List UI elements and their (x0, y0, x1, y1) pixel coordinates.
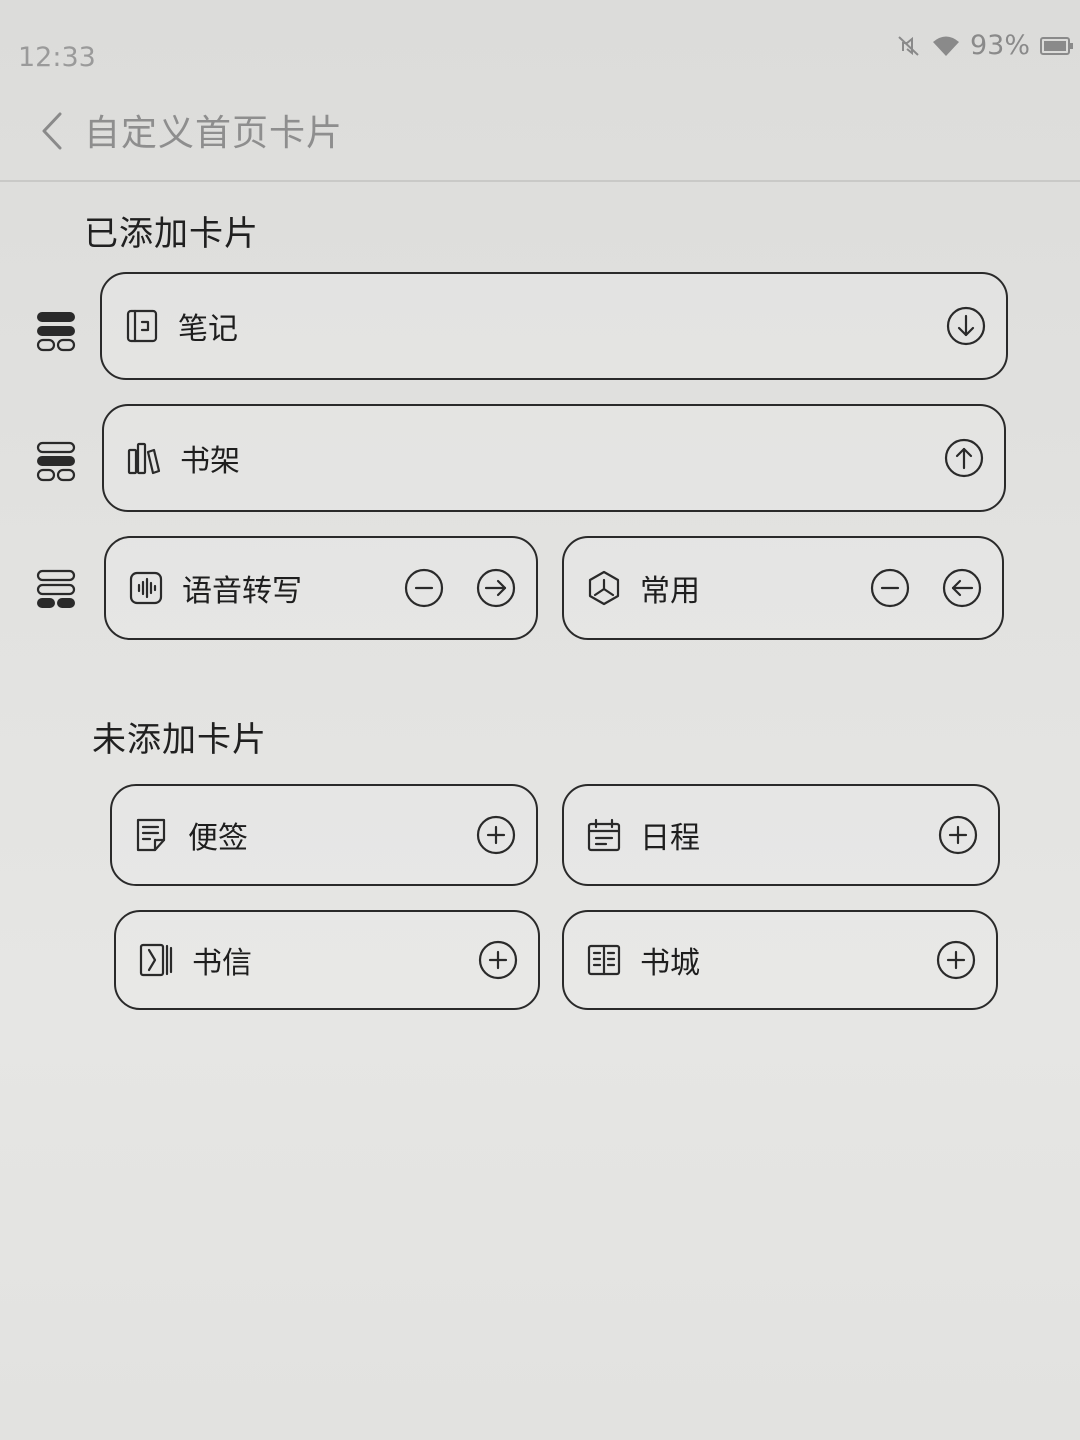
drag-handle-icon[interactable] (36, 310, 78, 354)
calendar-icon (586, 817, 622, 853)
card-bookshelf[interactable]: 书架 (102, 404, 1006, 512)
open-book-icon (586, 942, 622, 978)
minus-circle-icon[interactable] (870, 568, 910, 608)
notebook-icon (124, 308, 160, 344)
bookshelf-icon (126, 440, 162, 476)
drag-handle-icon[interactable] (36, 440, 78, 484)
card-letter[interactable]: 书信 (114, 910, 540, 1010)
title-bar: 自定义首页卡片 (0, 92, 1080, 182)
status-bar: 12:33 93% (0, 0, 1080, 80)
status-icons: 93% (896, 30, 1074, 61)
battery-percent: 93% (969, 30, 1030, 61)
arrow-left-circle-icon[interactable] (942, 568, 982, 608)
card-label: 书架 (180, 444, 240, 479)
battery-icon (1040, 36, 1074, 56)
plus-circle-icon[interactable] (478, 940, 518, 980)
chevron-left-icon[interactable] (34, 106, 74, 156)
letter-icon (138, 942, 174, 978)
plus-circle-icon[interactable] (476, 815, 516, 855)
card-label: 常用 (640, 574, 700, 609)
not-added-section-title: 未添加卡片 (92, 720, 267, 760)
card-sticky-note[interactable]: 便签 (110, 784, 538, 886)
arrow-right-circle-icon[interactable] (476, 568, 516, 608)
wifi-icon (932, 34, 960, 58)
card-label: 便签 (188, 821, 248, 856)
arrow-down-circle-icon[interactable] (946, 306, 986, 346)
sticky-note-icon (134, 817, 170, 853)
plus-circle-icon[interactable] (936, 940, 976, 980)
added-section-title: 已添加卡片 (84, 214, 259, 254)
card-voice-transcribe[interactable]: 语音转写 (104, 536, 538, 640)
card-label: 书城 (640, 946, 700, 981)
drag-handle-icon[interactable] (36, 568, 78, 612)
card-label: 语音转写 (182, 574, 302, 609)
card-label: 书信 (192, 946, 252, 981)
hexagon-icon (586, 570, 622, 606)
card-notes[interactable]: 笔记 (100, 272, 1008, 380)
card-label: 日程 (640, 821, 700, 856)
page-title: 自定义首页卡片 (84, 113, 344, 154)
status-time: 12:33 (18, 42, 96, 73)
card-frequent[interactable]: 常用 (562, 536, 1004, 640)
card-label: 笔记 (178, 312, 238, 347)
arrow-up-circle-icon[interactable] (944, 438, 984, 478)
minus-circle-icon[interactable] (404, 568, 444, 608)
voice-wave-icon (128, 570, 164, 606)
plus-circle-icon[interactable] (938, 815, 978, 855)
mute-icon (896, 33, 922, 59)
card-schedule[interactable]: 日程 (562, 784, 1000, 886)
card-bookstore[interactable]: 书城 (562, 910, 998, 1010)
